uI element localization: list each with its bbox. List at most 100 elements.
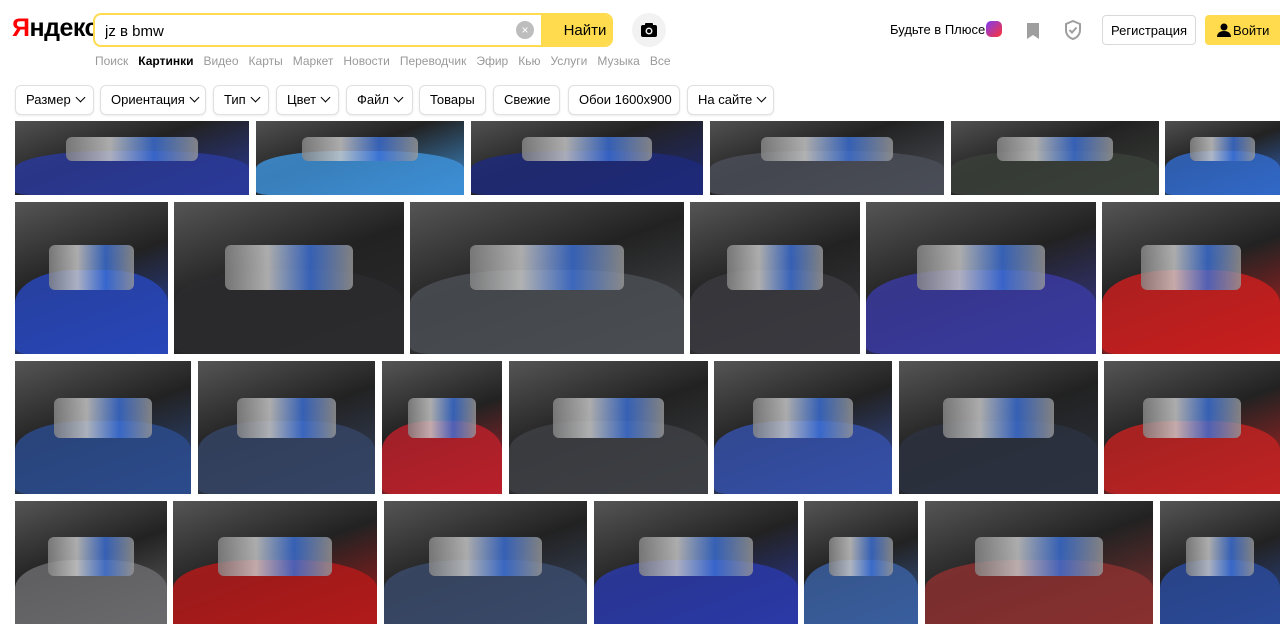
- image-thumbnail[interactable]: [384, 501, 587, 624]
- filter-chip[interactable]: Товары: [419, 85, 486, 115]
- filter-chip[interactable]: Цвет: [276, 85, 339, 115]
- filter-label: Размер: [26, 92, 71, 107]
- chevron-down-icon: [75, 92, 86, 103]
- image-thumbnail[interactable]: [410, 202, 684, 354]
- engine-bay-shape: [1186, 537, 1254, 577]
- plus-icon: [986, 21, 1002, 37]
- chevron-down-icon: [756, 92, 767, 103]
- engine-bay-shape: [916, 244, 1046, 291]
- image-thumbnail[interactable]: [899, 361, 1098, 494]
- tab-item[interactable]: Новости: [343, 54, 389, 68]
- chevron-down-icon: [393, 92, 404, 103]
- engine-bay-shape: [638, 537, 754, 577]
- register-button[interactable]: Регистрация: [1102, 15, 1196, 45]
- tab-item[interactable]: Поиск: [95, 54, 128, 68]
- tab-item[interactable]: Карты: [249, 54, 283, 68]
- tab-item[interactable]: Музыка: [597, 54, 639, 68]
- filter-label: Обои 1600x900: [579, 92, 672, 107]
- engine-bay-shape: [829, 537, 893, 577]
- logo-first-letter: Я: [12, 14, 30, 42]
- bookmark-icon[interactable]: [1026, 22, 1040, 40]
- tab-item[interactable]: Картинки: [138, 54, 193, 68]
- engine-bay-shape: [428, 537, 543, 577]
- filter-label: Цвет: [287, 92, 317, 107]
- engine-bay-shape: [408, 398, 476, 439]
- engine-bay-shape: [48, 537, 134, 577]
- logo-rest: ндекс: [29, 14, 98, 42]
- shield-icon[interactable]: [1064, 20, 1082, 40]
- login-label: Войти: [1233, 22, 1270, 38]
- engine-bay-shape: [1142, 398, 1242, 439]
- image-thumbnail[interactable]: [15, 121, 249, 195]
- image-thumbnail[interactable]: [925, 501, 1153, 624]
- filter-chip[interactable]: Файл: [346, 85, 413, 115]
- filter-chip[interactable]: Размер: [15, 85, 94, 115]
- filter-chip[interactable]: Свежие: [493, 85, 560, 115]
- image-thumbnail[interactable]: [594, 501, 798, 624]
- engine-bay-shape: [727, 244, 823, 291]
- image-thumbnail[interactable]: [382, 361, 502, 494]
- image-thumbnail[interactable]: [866, 202, 1096, 354]
- engine-bay-shape: [217, 537, 333, 577]
- filter-label: Ориентация: [111, 92, 185, 107]
- camera-search-button[interactable]: [632, 13, 666, 47]
- image-thumbnail[interactable]: [15, 202, 168, 354]
- engine-bay-shape: [48, 244, 135, 291]
- filter-chip[interactable]: Ориентация: [100, 85, 206, 115]
- search-input[interactable]: [103, 15, 517, 45]
- engine-bay-shape: [996, 137, 1114, 162]
- engine-bay-shape: [942, 398, 1055, 439]
- login-button[interactable]: Войти: [1205, 15, 1280, 45]
- image-thumbnail[interactable]: [173, 501, 377, 624]
- filter-chip[interactable]: Тип: [213, 85, 269, 115]
- image-thumbnail[interactable]: [714, 361, 892, 494]
- search-box: × Найти: [93, 13, 613, 47]
- image-thumbnail[interactable]: [198, 361, 375, 494]
- engine-bay-shape: [1141, 244, 1241, 291]
- image-thumbnail[interactable]: [471, 121, 703, 195]
- image-thumbnail[interactable]: [710, 121, 944, 195]
- engine-bay-shape: [975, 537, 1103, 577]
- image-thumbnail[interactable]: [174, 202, 404, 354]
- image-thumbnail[interactable]: [804, 501, 918, 624]
- find-button[interactable]: Найти: [541, 15, 611, 45]
- filter-label: Свежие: [504, 92, 551, 107]
- image-thumbnail[interactable]: [1102, 202, 1280, 354]
- tab-item[interactable]: Кью: [518, 54, 540, 68]
- image-results-grid: [0, 121, 1280, 624]
- clear-icon[interactable]: ×: [516, 21, 534, 39]
- image-thumbnail[interactable]: [1104, 361, 1280, 494]
- user-icon: [1217, 23, 1231, 37]
- image-thumbnail[interactable]: [1160, 501, 1280, 624]
- engine-bay-shape: [66, 137, 198, 162]
- engine-bay-shape: [301, 137, 419, 162]
- search-tabs: Поиск Картинки Видео Карты Маркет Новости Пере…: [95, 54, 681, 70]
- image-thumbnail[interactable]: [690, 202, 860, 354]
- image-thumbnail[interactable]: [1165, 121, 1280, 195]
- header: Яндекс × Найти Поиск Картинки Видео Карты Ма…: [0, 0, 1280, 81]
- filter-chip[interactable]: На сайте: [687, 85, 774, 115]
- tab-item[interactable]: Переводчик: [400, 54, 467, 68]
- filter-chip[interactable]: Обои 1600x900: [568, 85, 680, 115]
- image-thumbnail[interactable]: [15, 501, 167, 624]
- camera-icon: [641, 23, 657, 37]
- image-thumbnail[interactable]: [15, 361, 191, 494]
- tab-item[interactable]: Видео: [203, 54, 238, 68]
- tab-item[interactable]: Все: [650, 54, 671, 68]
- engine-bay-shape: [224, 244, 354, 291]
- tab-item[interactable]: Маркет: [293, 54, 334, 68]
- tab-item[interactable]: Эфир: [476, 54, 508, 68]
- plus-promo-link[interactable]: Будьте в Плюсе: [890, 22, 985, 37]
- yandex-logo[interactable]: Яндекс: [12, 14, 98, 43]
- filter-label: На сайте: [698, 92, 753, 107]
- filter-label: Файл: [357, 92, 389, 107]
- image-thumbnail[interactable]: [256, 121, 464, 195]
- filter-label: Тип: [224, 92, 246, 107]
- image-thumbnail[interactable]: [509, 361, 708, 494]
- image-thumbnail[interactable]: [951, 121, 1159, 195]
- chevron-down-icon: [250, 92, 261, 103]
- filter-label: Товары: [430, 92, 475, 107]
- engine-bay-shape: [552, 398, 665, 439]
- engine-bay-shape: [236, 398, 337, 439]
- tab-item[interactable]: Услуги: [550, 54, 587, 68]
